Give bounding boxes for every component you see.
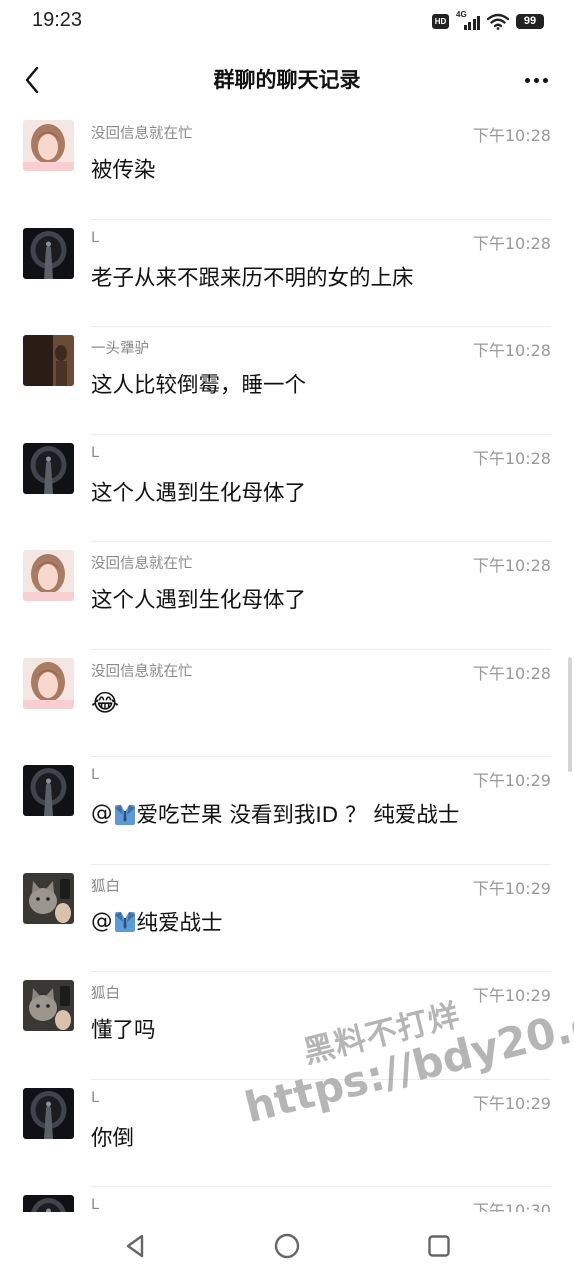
status-icons: HD 4G 99 [432,10,544,30]
sender-name: L [91,229,100,246]
nav-bar: 群聊的聊天记录 [0,50,574,110]
message-item[interactable]: 一头犟驴 下午10:28 这人比较倒霉，睡一个 [0,327,574,435]
system-nav-bar [0,1212,574,1280]
avatar[interactable] [23,657,74,709]
sender-name: L [91,444,100,461]
avatar[interactable] [23,980,74,1031]
message-item[interactable]: 没回信息就在忙 下午10:28 😂 [0,650,574,757]
message-time: 下午10:28 [472,663,551,683]
message-time: 下午10:28 [472,233,551,253]
message-text: @ 爱吃芒果 没看到我ID ？ 纯爱战士 [91,798,551,829]
nav-home-button[interactable] [267,1226,307,1266]
message-time: 下午10:29 [472,1093,551,1113]
scrollbar[interactable] [568,657,572,772]
sender-name: 狐白 [91,878,120,895]
sender-name: 没回信息就在忙 [91,663,193,680]
suit-icon [114,804,135,825]
message-item[interactable]: 狐白 下午10:29 懂了吗 [0,972,574,1080]
message-item[interactable]: 狐白 下午10:29 @ 纯爱战士 [0,865,574,972]
mention-text: 纯爱战士 [136,910,223,936]
status-bar: 19:23 HD 4G 99 [0,0,574,44]
message-item[interactable]: 没回信息就在忙 下午10:28 被传染 [0,112,574,220]
message-body: 你倒 [91,1125,135,1151]
page-title: 群聊的聊天记录 [213,68,361,92]
sender-name: 没回信息就在忙 [91,556,193,572]
message-text: 懂了吗 [91,1013,551,1044]
sender-name: 一头犟驴 [91,341,149,357]
message-body: 这个人遇到生化母体了 [91,480,307,506]
avatar[interactable] [23,1195,74,1212]
avatar[interactable] [23,442,74,494]
nav-back-button[interactable] [115,1226,155,1266]
sender-name: 没回信息就在忙 [91,126,193,142]
avatar[interactable] [23,872,74,924]
message-time: 下午10:28 [472,126,551,145]
message-text: 这个人遇到生化母体了 [91,583,551,614]
sender-name: L [91,1089,100,1106]
message-item[interactable]: 没回信息就在忙 下午10:28 这个人遇到生化母体了 [0,542,574,650]
message-text: 你倒 [91,1121,551,1152]
message-item[interactable]: L 下午10:29 你倒 [0,1080,574,1187]
message-text: 😂 [91,691,551,715]
message-body: 这个人遇到生化母体了 [91,588,307,613]
back-triangle-icon [126,1234,144,1258]
avatar[interactable] [23,335,74,386]
message-item[interactable]: L 下午10:28 老子从来不跟来历不明的女的上床 [0,220,574,327]
avatar[interactable] [23,765,74,816]
sender-name: L [91,767,100,783]
message-body: 被传染 [91,158,156,183]
mention-at: @ [91,801,113,826]
battery-icon: 99 [516,13,544,29]
laugh-cry-emoji-icon: 😂 [91,688,120,717]
avatar[interactable] [23,120,74,171]
message-body: 懂了吗 [91,1018,156,1043]
message-time: 下午10:28 [472,556,551,575]
message-text: @ 纯爱战士 [91,906,551,937]
status-time: 19:23 [32,9,83,31]
avatar[interactable] [23,550,74,601]
wifi-icon [487,13,509,30]
more-button[interactable] [520,68,552,92]
message-time: 下午10:29 [472,878,551,898]
message-text: 老子从来不跟来历不明的女的上床 [91,261,551,292]
avatar[interactable] [23,227,74,279]
message-text: 这人比较倒霉，睡一个 [91,368,551,399]
message-item[interactable]: L 下午10:30 [0,1187,574,1212]
home-circle-icon [274,1233,300,1259]
signal-icon: 4G [456,10,480,30]
message-time: 下午10:29 [472,771,551,790]
mention-text: 爱吃芒果 没看到我ID ？ 纯爱战士 [136,803,460,828]
message-body: 这人比较倒霉，睡一个 [91,373,307,398]
nav-recents-button[interactable] [419,1226,459,1266]
mention-at: @ [91,908,113,934]
message-item[interactable]: L 下午10:28 这个人遇到生化母体了 [0,435,574,542]
message-body: 老子从来不跟来历不明的女的上床 [91,265,414,291]
message-list[interactable]: 没回信息就在忙 下午10:28 被传染 L 下午10:28 老子从来不跟来历不明的女的上床… [0,112,574,1212]
message-text: 这个人遇到生化母体了 [91,476,551,507]
message-time: 下午10:29 [472,986,551,1005]
avatar[interactable] [23,1087,74,1139]
message-item[interactable]: L 下午10:29 @ 爱吃芒果 没看到我ID ？ 纯爱战士 [0,757,574,865]
recents-square-icon [428,1235,450,1257]
more-icon [524,77,530,83]
message-time: 下午10:30 [472,1201,551,1212]
suit-icon [114,912,135,932]
message-time: 下午10:28 [472,448,551,468]
message-time: 下午10:28 [472,341,551,360]
message-text: 被传染 [91,153,551,184]
sender-name: L [91,1197,100,1212]
hd-icon: HD [432,13,449,29]
sender-name: 狐白 [91,986,120,1002]
